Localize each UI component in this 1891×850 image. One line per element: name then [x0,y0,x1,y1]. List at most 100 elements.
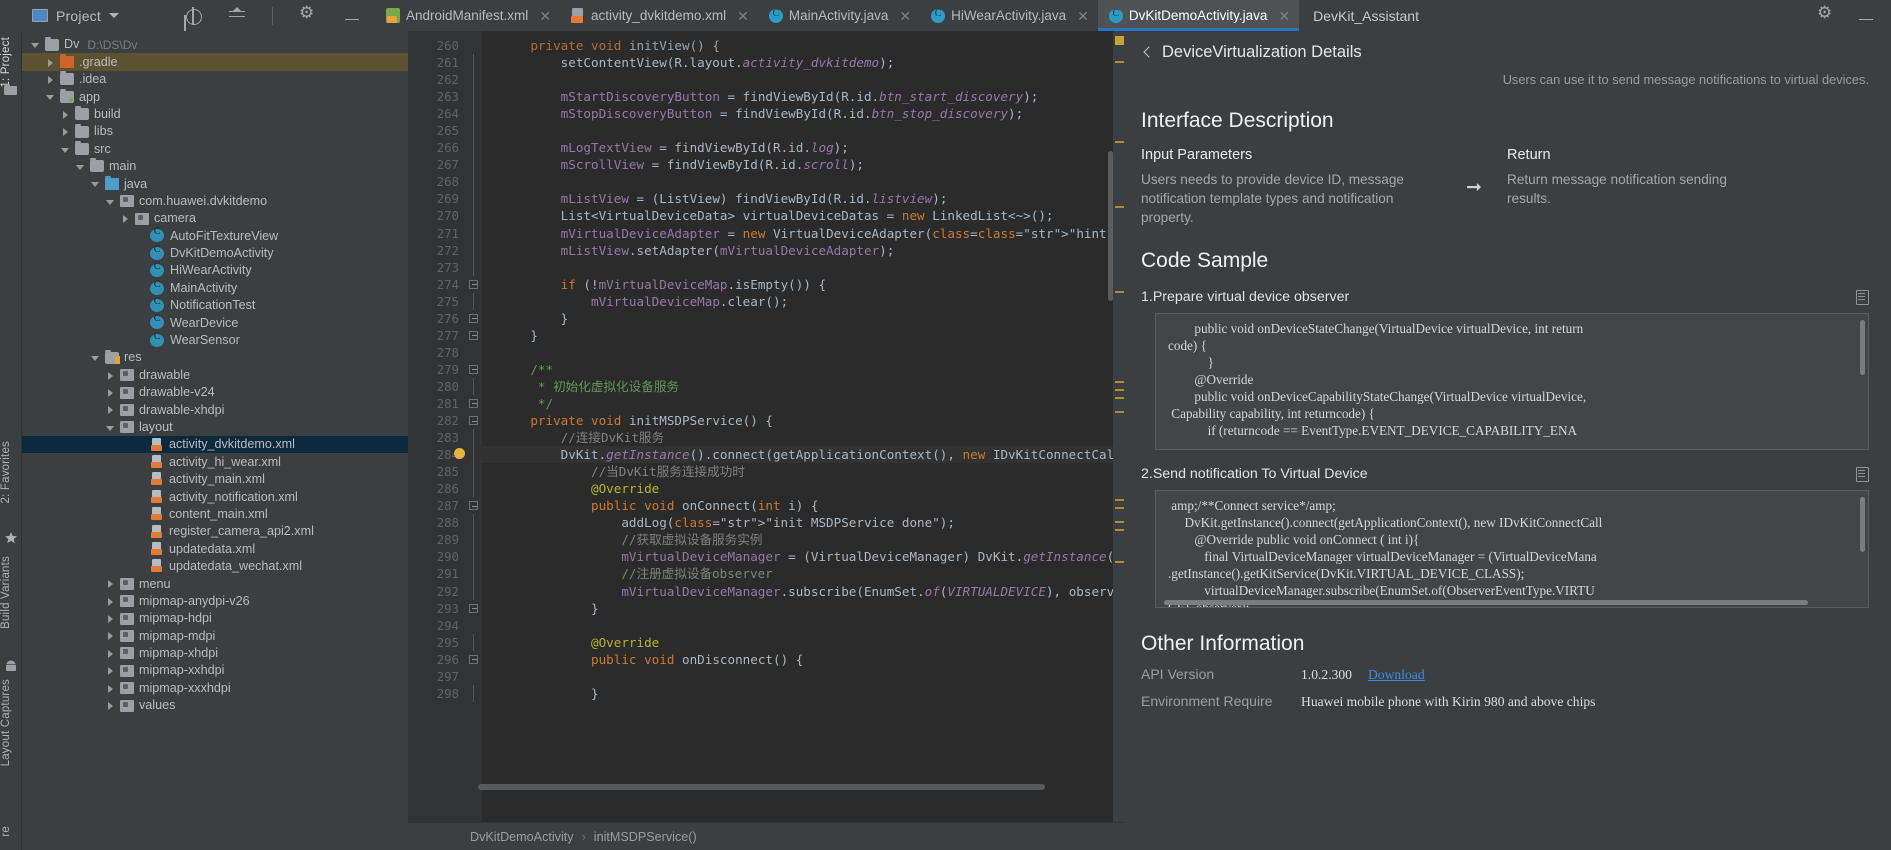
assistant-settings-icon[interactable] [1817,3,1835,25]
editor-tab-activity-dvkitdemo-xml[interactable]: activity_dvkitdemo.xml ✕ [560,0,758,31]
marker-line[interactable] [1115,61,1124,63]
fold-marker[interactable] [466,497,482,514]
code-line[interactable]: //获取虚拟设备服务实例 [482,531,1113,548]
code-line[interactable]: //连接DvKit服务 [482,429,1113,446]
code-line[interactable]: */ [482,395,1113,412]
chevron-right-icon[interactable] [105,404,116,415]
code-sample-vertical-scrollbar[interactable] [1860,497,1865,553]
tree-item[interactable]: NotificationTest [22,297,408,314]
code-line[interactable]: mVirtualDeviceMap.clear(); [482,293,1113,310]
rail-item-favorites[interactable]: 2: Favorites [0,441,22,503]
chevron-down-icon[interactable] [105,422,116,433]
editor-tab-dvkitdemoactivity-java[interactable]: DvKitDemoActivity.java ✕ [1097,0,1300,31]
tree-item[interactable]: java [22,175,408,192]
copy-icon[interactable] [1854,289,1869,305]
marker-warning-block[interactable] [1115,36,1124,45]
minimize-icon[interactable] [343,7,361,25]
chevron-down-icon[interactable] [30,39,41,50]
marker-line[interactable] [1115,389,1124,391]
fold-marker[interactable] [466,395,482,412]
tree-item[interactable]: main [22,158,408,175]
tree-item[interactable]: drawable [22,366,408,383]
fold-marker[interactable] [466,276,482,293]
tree-item[interactable]: updatedata_wechat.xml [22,558,408,575]
code-line[interactable]: //注册虚拟设备observer [482,565,1113,582]
fold-collapse-icon[interactable] [469,603,478,613]
chevron-right-icon[interactable] [105,648,116,659]
source-code-area[interactable]: private void initView() { setContentView… [482,31,1113,822]
chevron-right-icon[interactable] [45,57,56,68]
code-line[interactable]: } [482,310,1113,327]
fold-marker[interactable] [466,548,482,566]
editor-tab-hiwearactivity-java[interactable]: HiWearActivity.java ✕ [920,0,1098,31]
tree-item[interactable]: MainActivity [22,279,408,296]
fold-marker[interactable] [466,565,482,583]
tree-item[interactable]: Dv D:\DS\Dv [22,36,408,53]
fold-marker[interactable] [466,480,482,498]
tree-item[interactable]: updatedata.xml [22,540,408,557]
chevron-right-icon[interactable] [105,596,116,607]
code-sample-horizontal-scrollbar[interactable] [1164,600,1808,606]
marker-line[interactable] [1115,291,1124,293]
code-sample-vertical-scrollbar[interactable] [1860,320,1865,376]
close-icon[interactable]: ✕ [1278,9,1290,23]
fold-marker[interactable] [466,412,482,429]
code-line[interactable]: } [482,685,1113,702]
code-line[interactable]: mLogTextView = findViewById(R.id.log); [482,139,1113,156]
code-line[interactable]: mScrollView = findViewById(R.id.scroll); [482,156,1113,173]
fold-collapse-icon[interactable] [469,416,478,426]
fold-marker[interactable] [466,514,482,532]
marker-line[interactable] [1115,499,1124,501]
fold-marker[interactable] [466,429,482,447]
fold-marker[interactable] [466,139,482,157]
fold-marker[interactable] [466,224,482,242]
settings-icon[interactable] [299,3,317,25]
chevron-right-icon[interactable] [60,109,71,120]
code-line[interactable] [482,617,1113,634]
code-line[interactable]: } [482,327,1113,344]
code-line[interactable]: if (!mVirtualDeviceMap.isEmpty()) { [482,276,1113,293]
close-icon[interactable]: ✕ [737,9,749,23]
code-line[interactable] [482,344,1113,361]
code-line[interactable]: mListView = (ListView) findViewById(R.id… [482,190,1113,207]
fold-marker[interactable] [466,88,482,106]
marker-line[interactable] [1115,529,1124,531]
close-icon[interactable]: ✕ [899,9,911,23]
code-line[interactable]: setContentView(R.layout.activity_dvkitde… [482,54,1113,71]
tree-item[interactable]: activity_hi_wear.xml [22,453,408,470]
code-line[interactable]: } [482,600,1113,617]
marker-line[interactable] [1115,397,1124,399]
fold-marker[interactable] [466,71,482,89]
tree-item[interactable]: mipmap-hdpi [22,610,408,627]
code-line[interactable]: mStartDiscoveryButton = findViewById(R.i… [482,88,1113,105]
chevron-down-icon[interactable] [75,161,86,172]
fold-marker[interactable] [466,582,482,600]
tree-item[interactable]: activity_main.xml [22,471,408,488]
tree-item[interactable]: build [22,106,408,123]
chevron-right-icon[interactable] [120,213,131,224]
chevron-right-icon[interactable] [105,700,116,711]
tree-item[interactable]: activity_notification.xml [22,488,408,505]
tree-item[interactable]: res [22,349,408,366]
fold-marker[interactable] [466,310,482,327]
chevron-right-icon[interactable] [105,370,116,381]
fold-collapse-icon[interactable] [469,654,478,664]
tree-item[interactable]: .gradle [22,53,408,71]
fold-marker[interactable] [466,37,482,54]
back-chevron-icon[interactable] [1141,47,1153,59]
code-line[interactable]: List<VirtualDeviceData> virtualDeviceDat… [482,207,1113,224]
rail-item-project[interactable]: 1: Project [0,37,22,88]
fold-marker[interactable] [454,446,482,464]
tree-item[interactable]: values [22,697,408,714]
rail-item-structure[interactable]: re [0,826,22,837]
code-line[interactable]: public void onConnect(int i) { [482,497,1113,514]
tree-item[interactable]: content_main.xml [22,506,408,523]
fold-marker[interactable] [466,651,482,668]
assistant-minimize-icon[interactable] [1857,7,1875,25]
fold-marker[interactable] [466,600,482,617]
fold-marker[interactable] [466,292,482,310]
code-folding-column[interactable] [454,31,482,822]
fold-collapse-icon[interactable] [469,279,478,289]
fold-marker[interactable] [466,633,482,651]
code-line[interactable]: mVirtualDeviceManager.subscribe(EnumSet.… [482,583,1113,600]
